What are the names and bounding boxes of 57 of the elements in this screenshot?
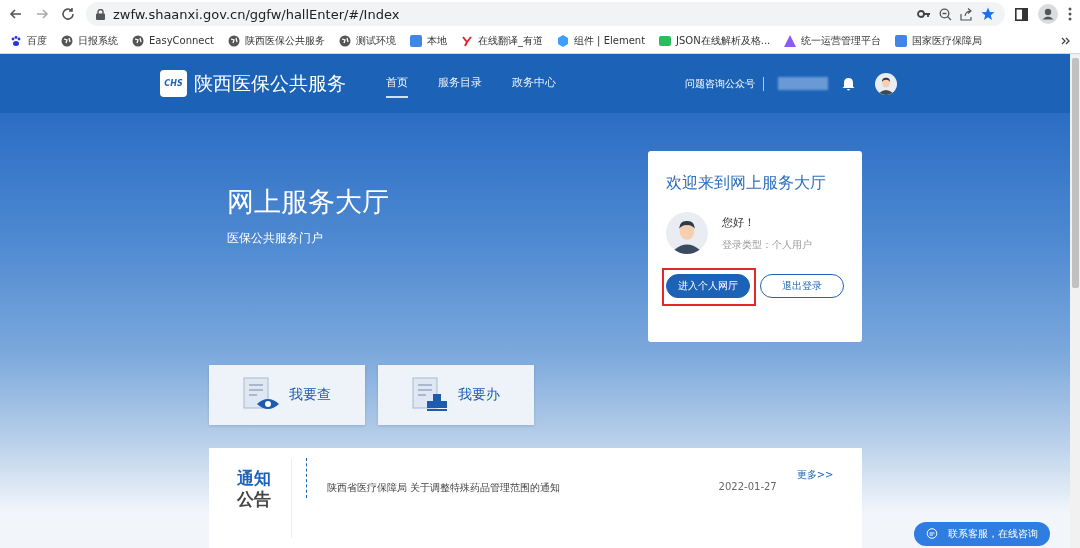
avatar-icon (875, 72, 897, 95)
card-title: 欢迎来到网上服务大厅 (665, 173, 827, 194)
lock-icon (96, 8, 105, 20)
enter-button[interactable]: 进入个人网厅 (665, 274, 750, 298)
more-link[interactable]: 更多>> (796, 458, 834, 538)
side-panel-icon[interactable] (1015, 7, 1028, 21)
bookmark[interactable]: 日报系统 (61, 33, 118, 48)
chat-icon (926, 528, 938, 540)
logout-button[interactable]: 退出登录 (759, 274, 844, 298)
document-stamp-icon (411, 377, 450, 413)
url-text: zwfw.shaanxi.gov.cn/ggfw/hallEnter/#/Index (113, 6, 400, 22)
app-icon (409, 34, 422, 47)
profile-icon[interactable] (1038, 4, 1058, 24)
badge-icon (659, 35, 672, 46)
site-name: 陕西医保公共服务 (194, 70, 346, 96)
bookmark[interactable]: 本地 (409, 33, 447, 48)
bookmark[interactable]: 陕西医保公共服务 (227, 33, 325, 48)
scrollbar[interactable] (1070, 54, 1080, 548)
bell-icon[interactable] (842, 76, 855, 91)
bookmark[interactable]: 测试环境 (338, 33, 396, 48)
app-icon (895, 34, 908, 47)
nav-tab[interactable]: 政务中心 (512, 69, 556, 98)
hexagon-icon (556, 34, 569, 47)
share-icon[interactable] (960, 7, 973, 21)
bookmark[interactable]: 组件 | Element (556, 33, 646, 48)
menu-icon[interactable] (1068, 7, 1072, 21)
greeting-text: 您好！ (721, 214, 756, 230)
notice-heading: 公告 (236, 489, 271, 510)
avatar-icon (665, 212, 708, 254)
bookmark[interactable]: 国家医疗保障局 (895, 33, 983, 48)
address-bar[interactable]: zwfw.shaanxi.gov.cn/ggfw/hallEnter/#/Index (86, 2, 1005, 26)
chevrons-icon[interactable] (1061, 36, 1070, 45)
bookmark[interactable]: JSON在线解析及格... (659, 33, 771, 48)
bookmark[interactable]: 在线翻译_有道 (460, 33, 543, 48)
triangle-logo-icon (784, 34, 797, 47)
redacted-username (778, 77, 828, 90)
paw-icon (10, 34, 22, 47)
zoom-out-icon[interactable] (939, 7, 952, 21)
star-icon[interactable] (981, 7, 995, 21)
nav-tab[interactable]: 服务目录 (438, 69, 482, 98)
bookmark[interactable]: 统一运营管理平台 (784, 33, 882, 48)
notice-heading: 通知 (236, 468, 271, 489)
bookmark[interactable]: 百度 (10, 33, 47, 48)
hero-title: 网上服务大厅 (226, 185, 389, 219)
consult-link[interactable]: 问题咨询公众号 (685, 76, 764, 91)
action-button[interactable]: 我要办 (377, 365, 534, 425)
key-icon[interactable] (917, 9, 931, 19)
chat-button[interactable]: 联系客服，在线咨询 (914, 522, 1050, 546)
bookmark[interactable]: EasyConnect (132, 34, 214, 47)
action-button[interactable]: 我要查 (208, 365, 365, 425)
reload-icon[interactable] (60, 6, 76, 22)
login-type-text: 登录类型：个人用户 (721, 237, 812, 252)
y-logo-icon (460, 34, 473, 47)
notice-item[interactable]: 陕西省医疗保障局 关于调整特殊药品管理范围的通知 2022-01-27 (326, 481, 797, 495)
site-logo[interactable]: CHS (160, 70, 187, 97)
hero-subtitle: 医保公共服务门户 (226, 230, 324, 247)
nav-tab[interactable]: 首页 (386, 69, 408, 98)
